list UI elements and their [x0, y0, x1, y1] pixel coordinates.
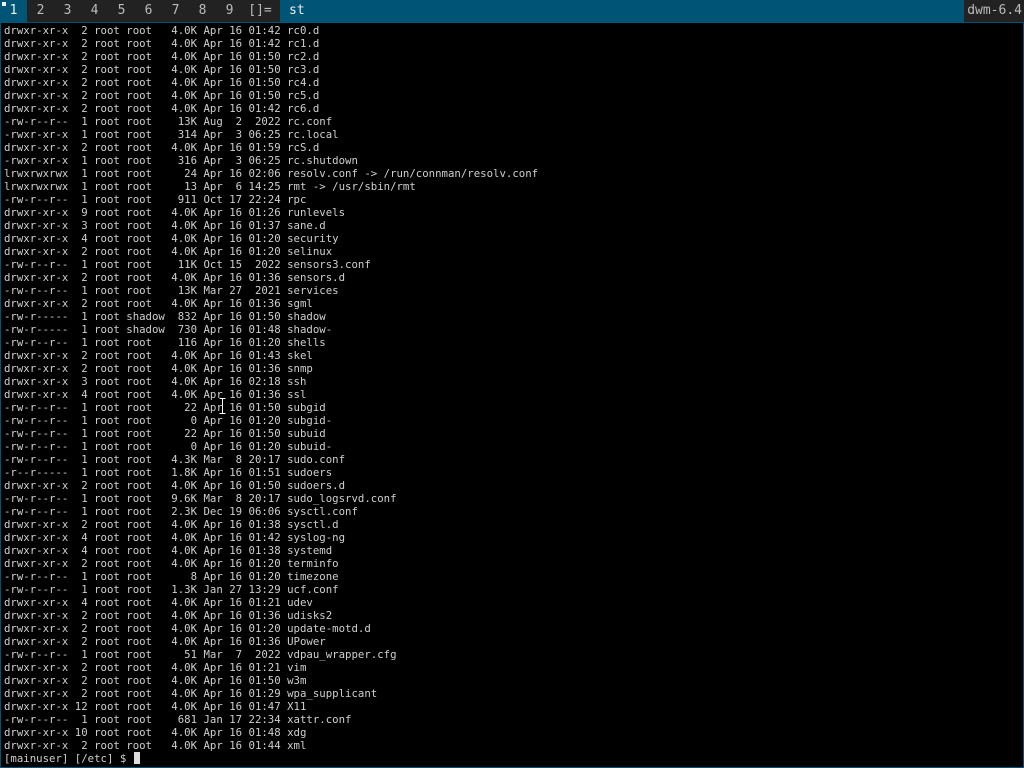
ls-output-line: drwxr-xr-x 2 root root 4.0K Apr 16 01:29…: [4, 687, 378, 700]
tag-label: 1: [9, 3, 18, 18]
ls-output-line: drwxr-xr-x 2 root root 4.0K Apr 16 01:20…: [4, 245, 333, 258]
ls-output-line: drwxr-xr-x 2 root root 4.0K Apr 16 01:36…: [4, 609, 333, 622]
ls-output-line: -rw-r--r-- 1 root root 681 Jan 17 22:34 …: [4, 713, 352, 726]
ls-output-line: drwxr-xr-x 3 root root 4.0K Apr 16 02:18…: [4, 375, 307, 388]
ls-output-line: drwxr-xr-x 9 root root 4.0K Apr 16 01:26…: [4, 206, 346, 219]
ls-output-line: drwxr-xr-x 4 root root 4.0K Apr 16 01:36…: [4, 388, 307, 401]
ls-output-line: -rw-r--r-- 1 root root 11K Oct 15 2022 s…: [4, 258, 371, 271]
ls-output-line: drwxr-xr-x 2 root root 4.0K Apr 16 01:50…: [4, 50, 320, 63]
ls-output-line: drwxr-xr-x 4 root root 4.0K Apr 16 01:21…: [4, 596, 313, 609]
tag-2[interactable]: 2: [27, 0, 54, 22]
ls-output-line: drwxr-xr-x 3 root root 4.0K Apr 16 01:37…: [4, 219, 326, 232]
ls-output-line: -rw-r--r-- 1 root root 8 Apr 16 01:20 ti…: [4, 570, 339, 583]
ls-output-line: -rw-r--r-- 1 root root 22 Apr 16 01:50 s…: [4, 427, 326, 440]
ls-output-line: -rw-r----- 1 root shadow 730 Apr 16 01:4…: [4, 323, 333, 336]
occupied-tag-indicator: [2, 2, 6, 6]
ls-output-line: -rw-r--r-- 1 root root 13K Mar 27 2021 s…: [4, 284, 339, 297]
ls-output-line: lrwxrwxrwx 1 root root 24 Apr 16 02:06 r…: [4, 167, 539, 180]
status-text: dwm-6.4: [967, 3, 1022, 18]
terminal-output: drwxr-xr-x 2 root root 4.0K Apr 16 01:42…: [4, 24, 1023, 752]
ls-output-line: drwxr-xr-x 2 root root 4.0K Apr 16 01:42…: [4, 24, 320, 37]
tag-1[interactable]: 1: [0, 0, 27, 22]
ls-output-line: -rw-r--r-- 1 root root 1.3K Jan 27 13:29…: [4, 583, 339, 596]
ls-output-line: drwxr-xr-x 2 root root 4.0K Apr 16 01:50…: [4, 674, 307, 687]
ls-output-line: drwxr-xr-x 2 root root 4.0K Apr 16 01:20…: [4, 557, 339, 570]
ls-output-line: drwxr-xr-x 2 root root 4.0K Apr 16 01:59…: [4, 141, 320, 154]
ls-output-line: -r--r----- 1 root root 1.8K Apr 16 01:51…: [4, 466, 333, 479]
tag-4[interactable]: 4: [81, 0, 108, 22]
ls-output-line: -rw-r--r-- 1 root root 4.3K Mar 8 20:17 …: [4, 453, 346, 466]
ls-output-line: -rw-r--r-- 1 root root 0 Apr 16 01:20 su…: [4, 440, 333, 453]
ls-output-line: drwxr-xr-x 2 root root 4.0K Apr 16 01:42…: [4, 37, 320, 50]
ls-output-line: -rw-r--r-- 1 root root 116 Apr 16 01:20 …: [4, 336, 326, 349]
ls-output-line: drwxr-xr-x 2 root root 4.0K Apr 16 01:36…: [4, 635, 326, 648]
ls-output-line: drwxr-xr-x 2 root root 4.0K Apr 16 01:50…: [4, 89, 320, 102]
ls-output-line: drwxr-xr-x 2 root root 4.0K Apr 16 01:42…: [4, 102, 320, 115]
tag-3[interactable]: 3: [54, 0, 81, 22]
ls-output-line: drwxr-xr-x 2 root root 4.0K Apr 16 01:38…: [4, 518, 339, 531]
ls-output-line: drwxr-xr-x 4 root root 4.0K Apr 16 01:20…: [4, 232, 339, 245]
ls-output-line: -rw-r--r-- 1 root root 2.3K Dec 19 06:06…: [4, 505, 358, 518]
tag-9[interactable]: 9: [216, 0, 243, 22]
terminal-window[interactable]: drwxr-xr-x 2 root root 4.0K Apr 16 01:42…: [0, 22, 1024, 768]
tag-list: 123456789: [0, 0, 243, 22]
ls-output-line: drwxr-xr-x 2 root root 4.0K Apr 16 01:43…: [4, 349, 313, 362]
ls-output-line: drwxr-xr-x 2 root root 4.0K Apr 16 01:36…: [4, 297, 313, 310]
ls-output-line: drwxr-xr-x 2 root root 4.0K Apr 16 01:20…: [4, 622, 371, 635]
ls-output-line: drwxr-xr-x 10 root root 4.0K Apr 16 01:4…: [4, 726, 307, 739]
ls-output-line: -rwxr-xr-x 1 root root 314 Apr 3 06:25 r…: [4, 128, 339, 141]
window-title: st: [280, 0, 965, 22]
ls-output-line: lrwxrwxrwx 1 root root 13 Apr 6 14:25 rm…: [4, 180, 416, 193]
ls-output-line: drwxr-xr-x 2 root root 4.0K Apr 16 01:44…: [4, 739, 307, 752]
tag-8[interactable]: 8: [189, 0, 216, 22]
ls-output-line: -rw-r--r-- 1 root root 51 Mar 7 2022 vdp…: [4, 648, 397, 661]
terminal-block-cursor: [133, 752, 140, 764]
ls-output-line: -rw-r--r-- 1 root root 9.6K Mar 8 20:17 …: [4, 492, 397, 505]
tag-6[interactable]: 6: [135, 0, 162, 22]
ls-output-line: drwxr-xr-x 4 root root 4.0K Apr 16 01:38…: [4, 544, 333, 557]
ls-output-line: -rwxr-xr-x 1 root root 316 Apr 3 06:25 r…: [4, 154, 358, 167]
tag-5[interactable]: 5: [108, 0, 135, 22]
ls-output-line: -rw-r--r-- 1 root root 911 Oct 17 22:24 …: [4, 193, 307, 206]
ls-output-line: drwxr-xr-x 2 root root 4.0K Apr 16 01:50…: [4, 479, 346, 492]
ls-output-line: -rw-r--r-- 1 root root 13K Aug 2 2022 rc…: [4, 115, 333, 128]
tag-7[interactable]: 7: [162, 0, 189, 22]
ls-output-line: drwxr-xr-x 12 root root 4.0K Apr 16 01:4…: [4, 700, 307, 713]
ls-output-line: drwxr-xr-x 4 root root 4.0K Apr 16 01:42…: [4, 531, 346, 544]
ls-output-line: -rw-r--r-- 1 root root 22 Apr 16 01:50 s…: [4, 401, 326, 414]
ls-output-line: drwxr-xr-x 2 root root 4.0K Apr 16 01:50…: [4, 63, 320, 76]
dwm-status-bar: 123456789 []= st dwm-6.4: [0, 0, 1024, 22]
ls-output-line: drwxr-xr-x 2 root root 4.0K Apr 16 01:21…: [4, 661, 307, 674]
ls-output-line: drwxr-xr-x 2 root root 4.0K Apr 16 01:50…: [4, 76, 320, 89]
ls-output-line: -rw-r--r-- 1 root root 0 Apr 16 01:20 su…: [4, 414, 333, 427]
shell-prompt: [mainuser] [/etc] $: [4, 752, 133, 765]
layout-symbol[interactable]: []=: [245, 0, 275, 22]
ls-output-line: drwxr-xr-x 2 root root 4.0K Apr 16 01:36…: [4, 362, 313, 375]
ls-output-line: drwxr-xr-x 2 root root 4.0K Apr 16 01:36…: [4, 271, 346, 284]
ls-output-line: -rw-r----- 1 root shadow 832 Apr 16 01:5…: [4, 310, 326, 323]
prompt-line[interactable]: [mainuser] [/etc] $: [4, 752, 1023, 765]
